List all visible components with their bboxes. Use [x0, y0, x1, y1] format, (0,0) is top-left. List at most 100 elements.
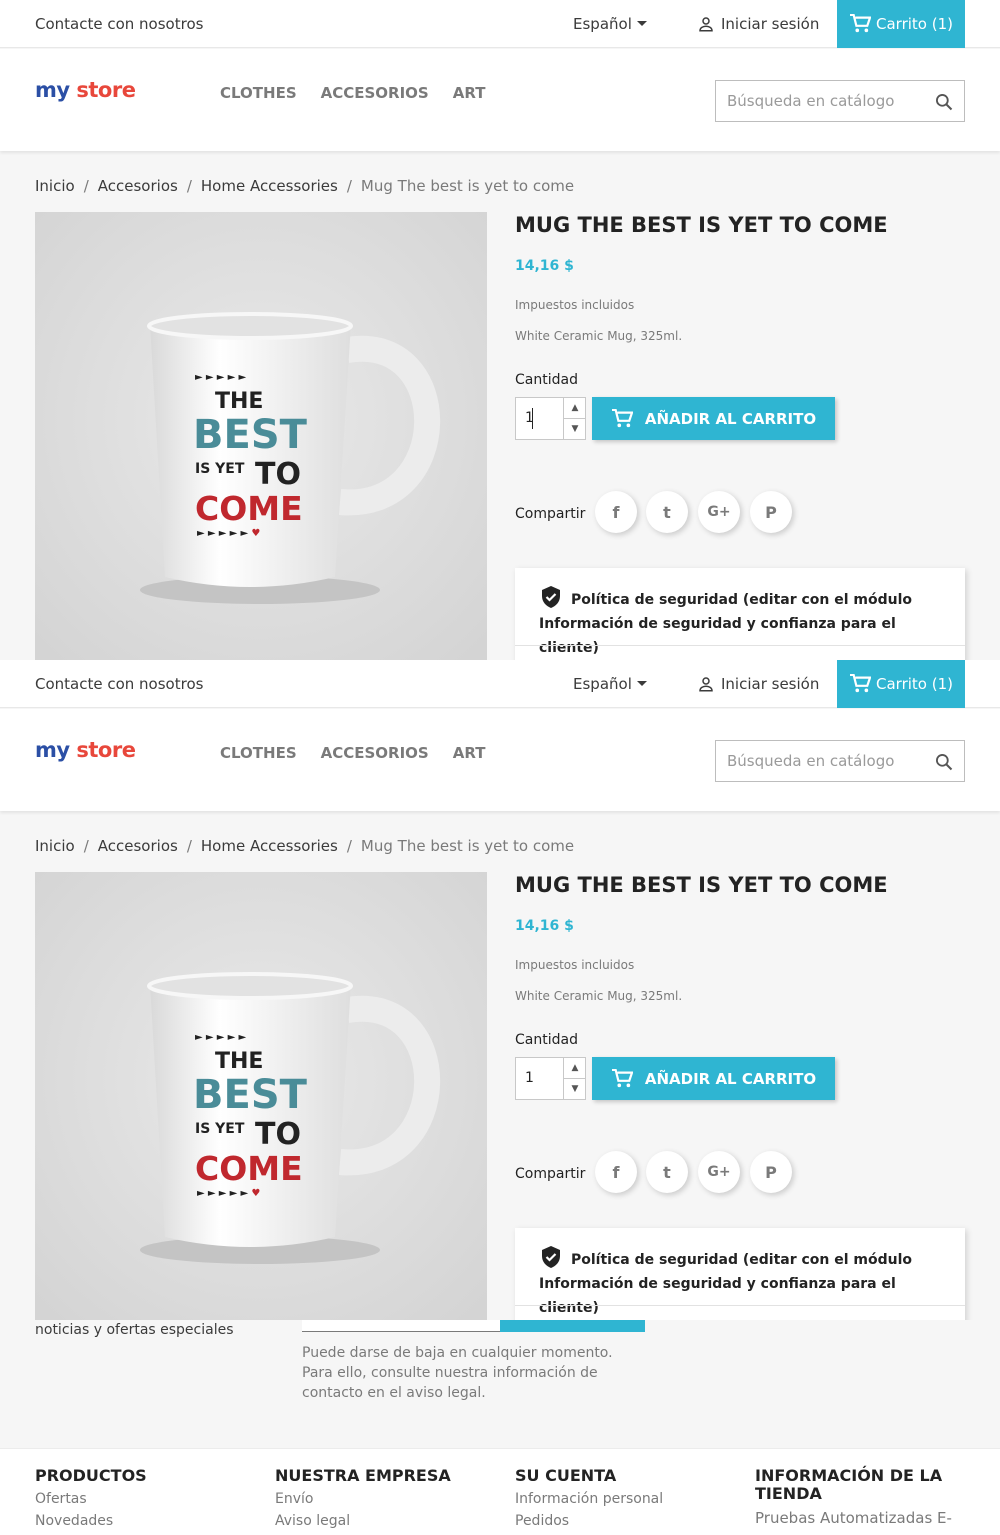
footer-links: PRODUCTOS Ofertas Novedades NUESTRA EMPR…: [0, 1448, 1000, 1535]
mug-line-come: COME: [195, 1149, 303, 1188]
breadcrumb-accesorios[interactable]: Accesorios: [98, 837, 178, 855]
cart-label: Carrito (1): [876, 15, 953, 33]
footer-link-envio[interactable]: Envío: [275, 1491, 451, 1507]
cart-icon: [611, 1068, 633, 1087]
quantity-down-button[interactable]: ▼: [564, 1078, 586, 1098]
svg-text:► ► ► ► ►: ► ► ► ► ►: [195, 1032, 246, 1043]
nav-item-clothes[interactable]: CLOTHES: [220, 84, 297, 102]
breadcrumb-inicio[interactable]: Inicio: [35, 177, 75, 195]
product-image[interactable]: ► ► ► ► ► THE BEST IS YET TO COME ► ► ► …: [35, 212, 487, 660]
footer-link-ofertas[interactable]: Ofertas: [35, 1491, 147, 1507]
googleplus-icon[interactable]: G+: [698, 1151, 740, 1193]
footer-heading: SU CUENTA: [515, 1466, 617, 1485]
newsletter-subscribe-button[interactable]: [500, 1320, 645, 1332]
contact-link[interactable]: Contacte con nosotros: [35, 15, 203, 33]
nav-item-accesorios[interactable]: ACCESORIOS: [321, 744, 429, 762]
site-header: my store CLOTHES ACCESORIOS ART Búsqueda…: [0, 709, 1000, 811]
mug-illustration: ► ► ► ► ► THE BEST IS YET TO COME ► ► ► …: [35, 212, 487, 660]
mug-line-best: BEST: [193, 1072, 308, 1118]
quantity-label: Cantidad: [515, 372, 578, 388]
search-icon[interactable]: [934, 92, 954, 112]
store-logo[interactable]: my store: [35, 738, 136, 762]
pinterest-icon[interactable]: P: [750, 1151, 792, 1193]
search-input[interactable]: Búsqueda en catálogo: [715, 740, 965, 782]
language-selector[interactable]: Español: [573, 675, 647, 693]
language-selector[interactable]: Español: [573, 15, 647, 33]
cart-label: Carrito (1): [876, 675, 953, 693]
product-price: 14,16 $: [515, 258, 574, 274]
main-nav: CLOTHES ACCESORIOS ART: [220, 744, 485, 762]
reassurance-block: Política de seguridad (editar con el mód…: [515, 568, 965, 660]
twitter-icon[interactable]: t: [646, 1151, 688, 1193]
language-label: Español: [573, 15, 632, 33]
mug-line-the: THE: [215, 1049, 263, 1074]
quantity-down-button[interactable]: ▼: [564, 418, 586, 438]
signin-link[interactable]: Iniciar sesión: [697, 675, 819, 693]
share-label: Compartir: [515, 1166, 586, 1182]
nav-item-clothes[interactable]: CLOTHES: [220, 744, 297, 762]
add-to-cart-button[interactable]: AÑADIR AL CARRITO: [592, 397, 835, 440]
page-snapshot-2: Contacte con nosotros Español Iniciar se…: [0, 660, 1000, 1320]
svg-text:► ► ► ► ►: ► ► ► ► ►: [195, 372, 246, 383]
quantity-up-button[interactable]: ▲: [564, 398, 586, 418]
reassurance-text: Política de seguridad (editar con el mód…: [539, 592, 913, 656]
googleplus-icon[interactable]: G+: [698, 491, 740, 533]
nav-item-art[interactable]: ART: [453, 744, 486, 762]
footer-link-aviso-legal[interactable]: Aviso legal: [275, 1513, 451, 1529]
share-label: Compartir: [515, 506, 586, 522]
add-to-cart-label: AÑADIR AL CARRITO: [644, 1069, 817, 1088]
contact-link[interactable]: Contacte con nosotros: [35, 675, 203, 693]
breadcrumb-home-accessories[interactable]: Home Accessories: [201, 177, 338, 195]
shield-check-icon: [542, 586, 560, 608]
mug-line-best: BEST: [193, 412, 308, 458]
store-logo[interactable]: my store: [35, 78, 136, 102]
twitter-icon[interactable]: t: [646, 491, 688, 533]
breadcrumb-home-accessories[interactable]: Home Accessories: [201, 837, 338, 855]
caret-down-icon: [636, 21, 647, 26]
main-nav: CLOTHES ACCESORIOS ART: [220, 84, 485, 102]
language-label: Español: [573, 675, 632, 693]
quantity-up-button[interactable]: ▲: [564, 1058, 586, 1078]
shield-check-icon: [542, 1246, 560, 1268]
quantity-stepper[interactable]: 1 ▲ ▼: [515, 397, 586, 440]
facebook-icon[interactable]: f: [595, 1151, 637, 1193]
nav-item-accesorios[interactable]: ACCESORIOS: [321, 84, 429, 102]
footer-section: noticias y ofertas especiales Puede dars…: [0, 1320, 1000, 1535]
product-image[interactable]: ► ► ► ► ► THE BEST IS YET TO COME ► ► ► …: [35, 872, 487, 1320]
tax-note: Impuestos incluidos: [515, 298, 635, 312]
breadcrumb: Inicio / Accesorios / Home Accessories / Mug T…: [35, 177, 575, 195]
footer-link-info-personal[interactable]: Información personal: [515, 1491, 663, 1507]
quantity-stepper[interactable]: 1 ▲ ▼: [515, 1057, 586, 1100]
quantity-label: Cantidad: [515, 1032, 578, 1048]
breadcrumb-accesorios[interactable]: Accesorios: [98, 177, 178, 195]
mug-line-isyet: IS YET: [195, 1121, 245, 1137]
newsletter-text: noticias y ofertas especiales: [35, 1322, 234, 1338]
facebook-icon[interactable]: f: [595, 491, 637, 533]
pinterest-icon[interactable]: P: [750, 491, 792, 533]
quantity-spinner: ▲ ▼: [563, 1058, 586, 1099]
cart-button[interactable]: Carrito (1): [837, 0, 965, 48]
signin-label: Iniciar sesión: [721, 15, 820, 33]
site-header: my store CLOTHES ACCESORIOS ART Búsqueda…: [0, 49, 1000, 151]
footer-link-novedades[interactable]: Novedades: [35, 1513, 147, 1529]
footer-link-pedidos[interactable]: Pedidos: [515, 1513, 663, 1529]
search-icon[interactable]: [934, 752, 954, 772]
quantity-value[interactable]: 1: [525, 1070, 534, 1086]
breadcrumb: Inicio / Accesorios / Home Accessories / Mug T…: [35, 837, 575, 855]
page-snapshot-1: Contacte con nosotros Español Iniciar se…: [0, 0, 1000, 660]
newsletter-email-field[interactable]: [302, 1320, 500, 1332]
cart-button[interactable]: Carrito (1): [837, 660, 965, 708]
footer-col-productos: PRODUCTOS Ofertas Novedades: [35, 1467, 147, 1530]
logo-store: store: [76, 738, 136, 762]
add-to-cart-button[interactable]: AÑADIR AL CARRITO: [592, 1057, 835, 1100]
nav-item-art[interactable]: ART: [453, 84, 486, 102]
mug-illustration: ► ► ► ► ► THE BEST IS YET TO COME ► ► ► …: [35, 872, 487, 1320]
mug-line-come: COME: [195, 489, 303, 528]
footer-heading: NUESTRA EMPRESA: [275, 1466, 451, 1485]
search-input[interactable]: Búsqueda en catálogo: [715, 80, 965, 122]
user-icon: [699, 17, 713, 32]
footer-col-cuenta: SU CUENTA Información personal Pedidos: [515, 1466, 663, 1530]
footer-heading: INFORMACIÓN DE LA TIENDA: [755, 1466, 943, 1503]
signin-link[interactable]: Iniciar sesión: [697, 15, 819, 33]
breadcrumb-inicio[interactable]: Inicio: [35, 837, 75, 855]
